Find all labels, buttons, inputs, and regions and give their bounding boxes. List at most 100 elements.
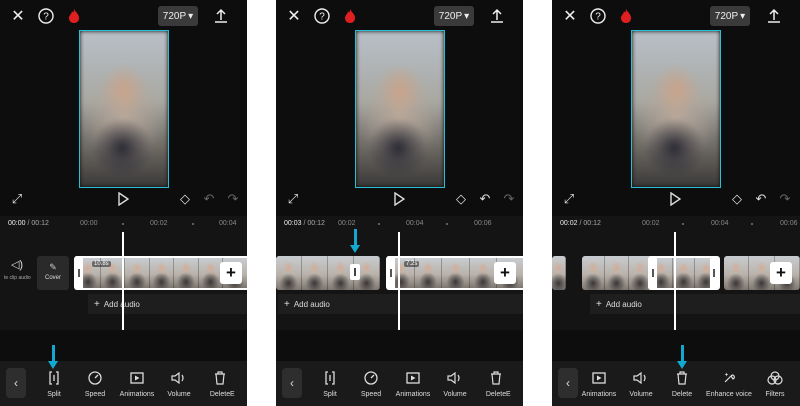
- plus-icon: +: [284, 298, 290, 310]
- more-label: E: [230, 391, 235, 398]
- add-audio-label: Add audio: [293, 299, 330, 309]
- playhead[interactable]: [674, 232, 676, 330]
- export-icon[interactable]: [764, 6, 784, 26]
- keyframe-icon[interactable]: ◇: [176, 190, 194, 208]
- top-bar: ✕ ? 720P ▾: [0, 0, 247, 32]
- animations-tool[interactable]: Animations: [391, 370, 435, 398]
- time-tick: 00:06: [474, 220, 492, 227]
- add-audio-button[interactable]: + Add audio: [88, 294, 247, 314]
- play-icon[interactable]: [390, 190, 408, 208]
- add-clip-button[interactable]: +: [770, 262, 792, 284]
- close-icon[interactable]: ✕: [284, 6, 304, 26]
- back-button[interactable]: ‹: [6, 368, 26, 398]
- redo-icon[interactable]: ↷: [776, 190, 794, 208]
- video-frame: [356, 31, 444, 187]
- play-icon[interactable]: [666, 190, 684, 208]
- timecode: 00:03 / 00:12: [284, 220, 325, 227]
- split-tool[interactable]: Split: [308, 370, 352, 398]
- fullscreen-icon[interactable]: ⤢: [8, 190, 26, 208]
- split-icon: [308, 370, 352, 386]
- video-frame: [80, 31, 168, 187]
- time-tick: 00:02: [150, 220, 168, 227]
- more-tool[interactable]: E: [230, 370, 247, 398]
- keyframe-icon[interactable]: ◇: [728, 190, 746, 208]
- add-clip-button[interactable]: +: [220, 262, 242, 284]
- video-clip-prev[interactable]: [552, 256, 566, 290]
- add-audio-button[interactable]: + Add audio: [278, 294, 523, 314]
- keyframe-icon[interactable]: ◇: [452, 190, 470, 208]
- speed-label: Speed: [84, 391, 106, 398]
- video-preview[interactable]: [355, 30, 445, 188]
- flame-icon[interactable]: [340, 6, 360, 26]
- speed-tool[interactable]: Speed: [73, 370, 117, 398]
- total-time: / 00:12: [579, 220, 601, 227]
- total-time: / 00:12: [27, 220, 49, 227]
- flame-icon[interactable]: [64, 6, 84, 26]
- volume-tool[interactable]: Volume: [619, 370, 663, 398]
- split-icon: [32, 370, 76, 386]
- pointer-arrow-icon: [48, 345, 58, 371]
- close-icon[interactable]: ✕: [560, 6, 580, 26]
- undo-icon[interactable]: ↶: [752, 190, 770, 208]
- resolution-dropdown[interactable]: 720P ▾: [158, 6, 198, 26]
- redo-icon[interactable]: ↷: [500, 190, 518, 208]
- editor-screen-2: ✕ ? 720P ▾ ⤢ ◇ ↶ ↷ 00:03 / 00:12 00:02 00…: [276, 0, 523, 406]
- video-preview[interactable]: [631, 30, 721, 188]
- mute-clip-audio-button[interactable]: ◁) te clip audio: [4, 258, 31, 281]
- add-clip-button[interactable]: +: [494, 262, 516, 284]
- video-preview[interactable]: [79, 30, 169, 188]
- back-button[interactable]: ‹: [558, 368, 578, 398]
- svg-text:?: ?: [595, 12, 601, 23]
- play-icon[interactable]: [114, 190, 132, 208]
- video-clip-part-1[interactable]: [582, 256, 652, 290]
- timeline[interactable]: 00:02 / 00:12 00:02 00:04 00:06 + + Add …: [552, 216, 800, 330]
- volume-icon: [433, 370, 477, 386]
- enhance-voice-tool[interactable]: Enhance voice: [702, 370, 756, 398]
- filters-tool[interactable]: Filters: [753, 370, 797, 398]
- video-clip-part-1[interactable]: [276, 256, 380, 290]
- more-tool[interactable]: E: [506, 370, 523, 398]
- help-icon[interactable]: ?: [36, 6, 56, 26]
- split-marker[interactable]: [350, 264, 360, 280]
- cover-label: Cover: [44, 275, 61, 281]
- animations-tool[interactable]: Animations: [115, 370, 159, 398]
- playhead[interactable]: [122, 232, 124, 330]
- export-icon[interactable]: [211, 6, 231, 26]
- help-icon[interactable]: ?: [312, 6, 332, 26]
- clip-left-handle[interactable]: [649, 256, 657, 290]
- tick-dot: [378, 223, 380, 225]
- clip-left-handle[interactable]: [75, 256, 83, 290]
- clip-left-handle[interactable]: [387, 256, 395, 290]
- animations-icon: [391, 370, 435, 386]
- volume-tool[interactable]: Volume: [157, 370, 201, 398]
- editor-screen-3: ✕ ? 720P ▾ ⤢ ◇ ↶ ↷ 00:02 / 00:12 00:02 00…: [552, 0, 800, 406]
- animations-tool[interactable]: Animations: [577, 370, 621, 398]
- speed-tool[interactable]: Speed: [349, 370, 393, 398]
- enhance-voice-icon: [702, 370, 756, 386]
- bottom-toolbar: ‹ Split Speed Animations Volume Delete E: [0, 361, 247, 406]
- svg-text:?: ?: [319, 12, 325, 23]
- close-icon[interactable]: ✕: [8, 6, 28, 26]
- undo-icon[interactable]: ↶: [200, 190, 218, 208]
- fullscreen-icon[interactable]: ⤢: [560, 190, 578, 208]
- speaker-icon: ◁): [10, 259, 24, 271]
- add-audio-button[interactable]: + Add audio: [590, 294, 800, 314]
- resolution-dropdown[interactable]: 720P ▾: [434, 6, 474, 26]
- clip-right-handle[interactable]: [710, 256, 718, 290]
- redo-icon[interactable]: ↷: [224, 190, 242, 208]
- volume-tool[interactable]: Volume: [433, 370, 477, 398]
- help-icon[interactable]: ?: [588, 6, 608, 26]
- split-tool[interactable]: Split: [32, 370, 76, 398]
- timecode: 00:00 / 00:12: [8, 220, 49, 227]
- current-time: 00:03: [284, 220, 302, 227]
- resolution-dropdown[interactable]: 720P ▾: [710, 6, 750, 26]
- delete-tool[interactable]: Delete: [660, 370, 704, 398]
- volume-label: Volume: [167, 391, 191, 398]
- back-button[interactable]: ‹: [282, 368, 302, 398]
- undo-icon[interactable]: ↶: [476, 190, 494, 208]
- flame-icon[interactable]: [616, 6, 636, 26]
- cover-button[interactable]: ✎ Cover: [37, 256, 69, 290]
- export-icon[interactable]: [487, 6, 507, 26]
- playhead[interactable]: [398, 232, 400, 330]
- fullscreen-icon[interactable]: ⤢: [284, 190, 302, 208]
